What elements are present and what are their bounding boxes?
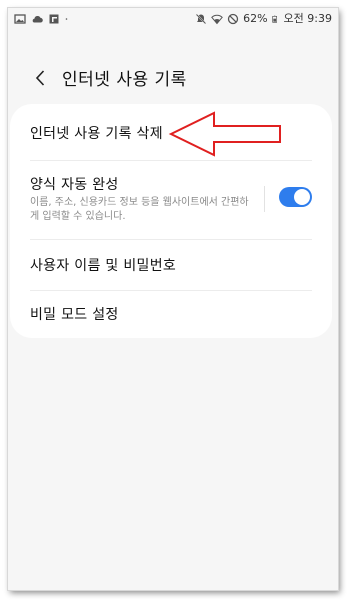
toggle-knob <box>294 189 310 205</box>
battery-icon <box>271 15 277 23</box>
autofill-toggle[interactable] <box>279 187 312 207</box>
phone-screen: 62% 오전 9:39 인터넷 사용 기록 인터넷 사용 기록 삭제 양식 자동… <box>8 8 338 590</box>
mute-icon <box>195 13 207 25</box>
usernames-passwords-item[interactable]: 사용자 이름 및 비밀번호 <box>10 240 332 290</box>
cloud-icon <box>32 15 43 23</box>
secret-mode-item[interactable]: 비밀 모드 설정 <box>10 290 332 338</box>
secret-mode-label: 비밀 모드 설정 <box>30 307 119 323</box>
autofill-label: 양식 자동 완성 <box>30 177 119 193</box>
status-bar: 62% 오전 9:39 <box>8 8 338 32</box>
battery-percent: 62% <box>243 12 268 25</box>
page-title: 인터넷 사용 기록 <box>62 70 187 90</box>
app-header: 인터넷 사용 기록 <box>8 58 338 98</box>
clock: 오전 9:39 <box>283 12 332 25</box>
chevron-left-icon <box>35 70 45 86</box>
annotation-arrow-icon <box>168 111 281 157</box>
autofill-description: 이름, 주소, 신용카드 정보 등을 웹사이트에서 간편하게 입력할 수 있습니… <box>30 197 249 222</box>
back-button[interactable] <box>28 64 52 92</box>
blocked-icon <box>227 13 239 25</box>
app-icon <box>49 14 59 24</box>
wifi-icon <box>211 14 223 25</box>
usernames-passwords-label: 사용자 이름 및 비밀번호 <box>30 258 177 274</box>
autofill-item[interactable]: 양식 자동 완성 이름, 주소, 신용카드 정보 등을 웹사이트에서 간편하게 … <box>10 160 332 238</box>
vertical-divider <box>264 186 265 212</box>
dot-icon <box>65 18 68 20</box>
clear-history-label: 인터넷 사용 기록 삭제 <box>30 126 163 142</box>
gallery-icon <box>14 14 26 24</box>
